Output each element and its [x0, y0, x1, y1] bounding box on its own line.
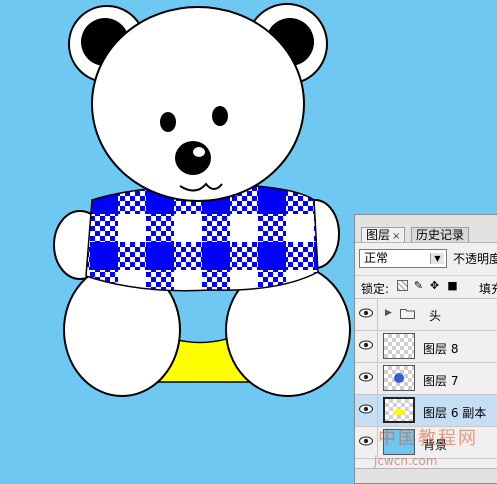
eye-icon[interactable] — [359, 308, 373, 318]
blend-row: 正常 ▼ 不透明度 — [357, 247, 497, 269]
layer-row[interactable]: 图层 7 — [355, 363, 497, 395]
divider — [377, 363, 378, 394]
layer-row-selected[interactable]: 图层 6 副本 — [355, 395, 497, 427]
fill-label: 填充 — [479, 282, 497, 296]
blend-mode-select[interactable]: 正常 ▼ — [359, 249, 447, 268]
layer-name: 图层 8 — [423, 342, 459, 356]
lock-transparency-icon[interactable] — [397, 280, 408, 291]
nose — [175, 141, 211, 175]
thumbnail-shorts-icon — [393, 409, 405, 415]
divider — [377, 395, 378, 426]
eye-icon[interactable] — [359, 404, 373, 414]
divider — [377, 299, 378, 330]
layer-thumbnail — [383, 365, 415, 391]
bear-head — [91, 6, 305, 202]
layer-name: 图层 7 — [423, 374, 459, 388]
lock-position-icon[interactable]: ✥ — [429, 280, 440, 291]
layer-row-group-head[interactable]: ▶ 头 — [355, 299, 497, 331]
tab-history[interactable]: 历史记录 — [411, 227, 470, 242]
panel-tabbar: 图层 × 历史记录 — [355, 215, 497, 243]
layer-thumbnail — [383, 333, 415, 359]
blend-mode-value: 正常 — [364, 251, 389, 265]
lock-row: 锁定: ✎ ✥ ■ 填充 — [355, 275, 497, 299]
left-eye — [160, 112, 176, 132]
watermark-url: jcwcn.com — [374, 454, 438, 468]
layer-name: 头 — [429, 309, 442, 323]
layer-name: 图层 6 副本 — [423, 406, 487, 420]
divider — [377, 331, 378, 362]
thumbnail-shirt-icon — [394, 373, 404, 383]
tab-layers[interactable]: 图层 × — [361, 227, 406, 242]
layer-row[interactable]: 图层 8 — [355, 331, 497, 363]
watermark: 中国教程网 — [378, 428, 478, 449]
expand-triangle-icon[interactable]: ▶ — [385, 308, 392, 318]
tab-history-label: 历史记录 — [416, 228, 465, 242]
eye-icon[interactable] — [359, 340, 373, 350]
close-icon[interactable]: × — [392, 231, 400, 242]
folder-icon — [400, 309, 415, 319]
eye-icon[interactable] — [359, 436, 373, 446]
panel-bottom-bar — [355, 468, 497, 483]
chevron-down-icon[interactable]: ▼ — [430, 253, 444, 264]
opacity-label: 不透明度 — [453, 252, 497, 266]
lock-all-icon[interactable]: ■ — [447, 280, 458, 291]
eye-icon[interactable] — [359, 372, 373, 382]
lock-label: 锁定: — [361, 282, 390, 296]
right-eye — [212, 106, 228, 126]
layer-thumbnail — [383, 397, 415, 423]
tab-layers-label: 图层 — [366, 228, 391, 242]
lock-image-icon[interactable]: ✎ — [413, 280, 424, 291]
